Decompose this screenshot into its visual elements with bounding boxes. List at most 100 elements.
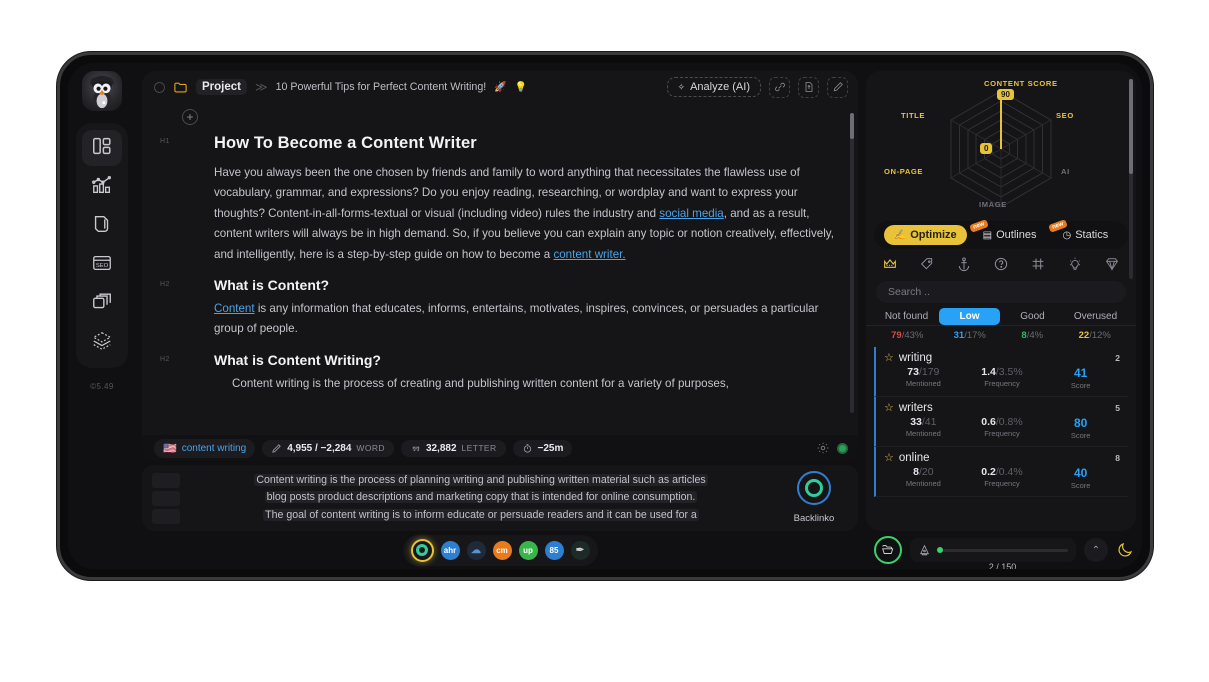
tab-optimize[interactable]: ✍ Optimize xyxy=(883,225,967,245)
add-block-button[interactable]: + xyxy=(182,109,198,125)
metric-denominator: /41 xyxy=(921,416,937,428)
sidebar-item-seo[interactable]: SEO xyxy=(82,247,122,283)
keyword-name: writing xyxy=(898,352,933,364)
stat-pct: /12% xyxy=(1089,330,1111,341)
breadcrumb-status-dot[interactable] xyxy=(154,81,165,93)
avatar[interactable] xyxy=(82,71,122,111)
sidebar-item-templates[interactable] xyxy=(82,286,122,322)
funnel-icon xyxy=(918,544,931,557)
anchor-icon[interactable] xyxy=(956,256,972,272)
sidebar-item-analytics[interactable] xyxy=(82,169,122,205)
pen-edit-icon[interactable] xyxy=(827,76,848,98)
star-icon[interactable]: ☆ xyxy=(884,352,894,364)
letter-count-chip[interactable]: 32,882 LETTER xyxy=(400,439,506,457)
filter-tab-overused[interactable]: Overused xyxy=(1065,308,1126,325)
online-status-dot[interactable] xyxy=(837,442,848,454)
analyze-ai-button[interactable]: ✧ Analyze (AI) xyxy=(666,77,761,97)
metric-denominator: /20 xyxy=(918,466,934,478)
block-h1[interactable]: H1 How To Become a Content Writer xyxy=(152,134,840,153)
paragraph-text: Have you always been the one chosen by f… xyxy=(214,163,834,265)
list-item[interactable]: ☆ writers 5 33/41 Mentioned 0.6/0.8% Fre… xyxy=(874,397,1128,447)
question-circle-icon[interactable] xyxy=(993,256,1009,272)
filter-tab-low[interactable]: Low xyxy=(939,308,1000,325)
star-icon[interactable]: ☆ xyxy=(884,402,894,414)
progress-track[interactable] xyxy=(937,547,1068,553)
metric-score: 80 Score xyxy=(1041,416,1120,440)
block-paragraph-1[interactable]: Have you always been the one chosen by f… xyxy=(152,163,840,265)
breadcrumb-doc-title[interactable]: 10 Powerful Tips for Perfect Content Wri… xyxy=(276,81,487,93)
open-folder-icon[interactable] xyxy=(874,536,902,564)
link-content-writer[interactable]: content writer. xyxy=(553,248,625,261)
sidebar-item-documents[interactable] xyxy=(82,208,122,244)
preview-line-1: Content writing is the process of planni… xyxy=(254,473,708,486)
preview-line: blog posts product descriptions and mark… xyxy=(186,489,776,507)
keyword-rank: 5 xyxy=(1115,403,1120,413)
read-time-value: −25m xyxy=(537,442,564,454)
document-scrollbar[interactable] xyxy=(850,113,854,413)
dock-item-ahrefs[interactable]: ahr xyxy=(440,540,460,560)
block-h2-what-is-content[interactable]: H2 What is Content? Content is any infor… xyxy=(152,277,840,340)
metric-value: 33 xyxy=(910,416,922,428)
right-panel-scrollbar[interactable] xyxy=(1129,79,1133,279)
filter-tab-not-found[interactable]: Not found xyxy=(876,308,937,325)
tab-outlines[interactable]: new ▤ Outlines xyxy=(968,219,1047,245)
metric-denominator: /3.5% xyxy=(995,366,1023,378)
file-export-icon[interactable] xyxy=(798,76,819,98)
dock-item-pen[interactable]: ✒ xyxy=(570,540,590,560)
read-time-chip[interactable]: −25m xyxy=(512,439,573,457)
tab-statics[interactable]: new ◷ Statics xyxy=(1048,219,1118,245)
diamond-icon[interactable] xyxy=(1104,256,1120,272)
keyword-name: writers xyxy=(898,402,933,414)
right-panel: CONTENT SCORE 90 TITLE SEO AI IMAGE ON-P… xyxy=(864,63,1142,569)
block-h2-what-is-content-writing[interactable]: H2 What is Content Writing? Content writ… xyxy=(152,352,840,394)
metric-label: Mentioned xyxy=(905,479,941,488)
sparkle-icon: ✧ xyxy=(677,81,686,92)
star-icon[interactable]: ☆ xyxy=(884,452,894,464)
dock-item-label: ☁ xyxy=(471,544,481,556)
generation-progress[interactable]: 2 / 150 xyxy=(910,538,1076,569)
metric-value: 80 xyxy=(1074,416,1088,430)
paragraph-part-3: is any information that educates, inform… xyxy=(214,302,819,336)
keyword-metrics: 8/20 Mentioned 0.2/0.4% Frequency 40 Sco… xyxy=(884,466,1120,490)
lightbulb-icon[interactable] xyxy=(1067,256,1083,272)
moon-icon[interactable] xyxy=(1116,541,1134,559)
dock-item-contentmarketing[interactable]: cm xyxy=(492,540,512,560)
dock-item-cloud[interactable]: ☁ xyxy=(466,540,486,560)
chevron-up-icon[interactable]: ⌃ xyxy=(1084,538,1108,562)
sidebar-item-dashboard[interactable] xyxy=(82,130,122,166)
metric-label: Score xyxy=(1070,431,1091,440)
dock-item-upwork[interactable]: up xyxy=(518,540,538,560)
dock-item-backlinko[interactable] xyxy=(410,538,434,562)
tag-icon[interactable] xyxy=(919,256,935,272)
metric-label: Frequency xyxy=(984,379,1020,388)
filter-tab-good[interactable]: Good xyxy=(1002,308,1063,325)
dock-item-85[interactable]: 85 xyxy=(544,540,564,560)
metric-label: Score xyxy=(1070,481,1091,490)
keyword-rank: 8 xyxy=(1115,453,1120,463)
sidebar-item-layers[interactable] xyxy=(82,325,122,361)
preview-source[interactable]: Backlinko xyxy=(776,470,852,526)
link-content[interactable]: Content xyxy=(214,302,255,315)
gear-icon[interactable] xyxy=(816,441,830,455)
list-item[interactable]: ☆ writing 2 73/179 Mentioned 1.4/3.5% Fr… xyxy=(874,347,1128,397)
keyword-search[interactable] xyxy=(876,281,1126,303)
serp-preview-panel: Content writing is the process of planni… xyxy=(142,465,858,531)
left-sidebar: SEO ©5.49 xyxy=(68,63,136,569)
link-social-media[interactable]: social media xyxy=(659,207,723,220)
metric-denominator: /179 xyxy=(918,366,940,378)
word-count-chip[interactable]: 4,955 / −2,284 WORD xyxy=(262,439,394,457)
search-input[interactable] xyxy=(888,286,1114,298)
backlinko-logo-icon xyxy=(797,470,831,505)
breadcrumb-project[interactable]: Project xyxy=(196,79,247,95)
page-title: How To Become a Content Writer xyxy=(214,134,477,152)
crown-icon[interactable] xyxy=(882,256,898,272)
grid-table-icon[interactable] xyxy=(1030,256,1046,272)
link-chain-icon[interactable] xyxy=(769,76,790,98)
preview-text: Content writing is the process of planni… xyxy=(186,472,776,525)
block-tag: H1 xyxy=(160,138,170,145)
stat-pct: /4% xyxy=(1026,330,1044,341)
radar-label-image: IMAGE xyxy=(979,200,1007,209)
list-item[interactable]: ☆ online 8 8/20 Mentioned 0.2/0.4% Frequ… xyxy=(874,447,1128,497)
keyword-chip[interactable]: 🇺🇸 content writing xyxy=(154,438,256,458)
breadcrumb-separator: ≫ xyxy=(255,80,268,94)
